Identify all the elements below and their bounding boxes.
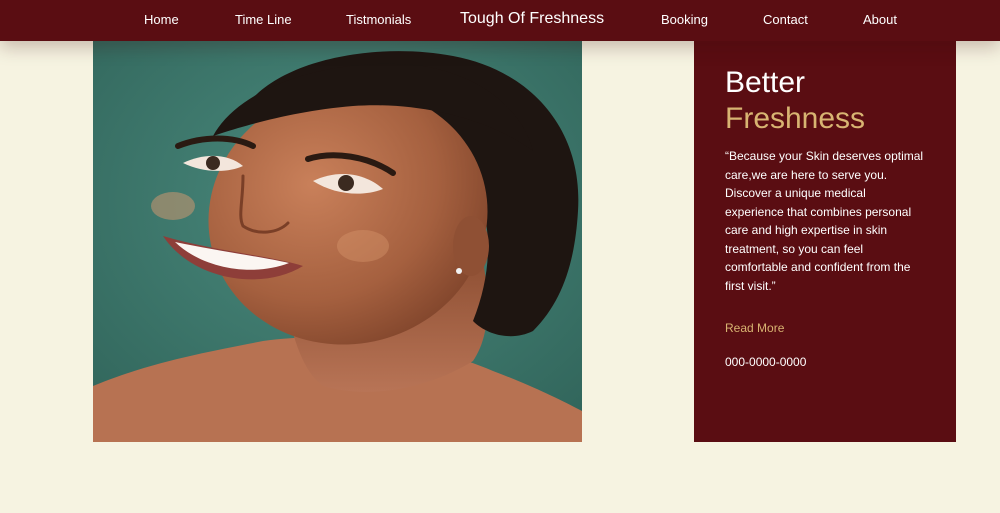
- hero-quote: “Because your Skin deserves optimal care…: [725, 149, 924, 293]
- nav-home-link[interactable]: Home: [144, 12, 179, 27]
- portrait-illustration: [93, 41, 582, 442]
- info-panel: Better Freshness “Because your Skin dese…: [694, 41, 956, 442]
- phone-number: 000-0000-0000: [725, 355, 807, 369]
- hero-title: Better: [725, 66, 806, 99]
- brand-title: Tough Of Freshness: [460, 10, 605, 27]
- nav-timeline-link[interactable]: Time Line: [235, 12, 292, 27]
- hero-title-accent: Freshness: [725, 102, 866, 135]
- nav-booking-link[interactable]: Booking: [661, 12, 708, 27]
- nav-contact-link[interactable]: Contact: [763, 12, 808, 27]
- nav-testimonials-link[interactable]: Tistmonials: [346, 12, 411, 27]
- hero-portrait-image: [93, 41, 582, 442]
- read-more-link[interactable]: Read More: [725, 321, 784, 335]
- top-navbar: Home Time Line Tistmonials Tough Of Fres…: [0, 0, 1000, 41]
- nav-about-link[interactable]: About: [863, 12, 897, 27]
